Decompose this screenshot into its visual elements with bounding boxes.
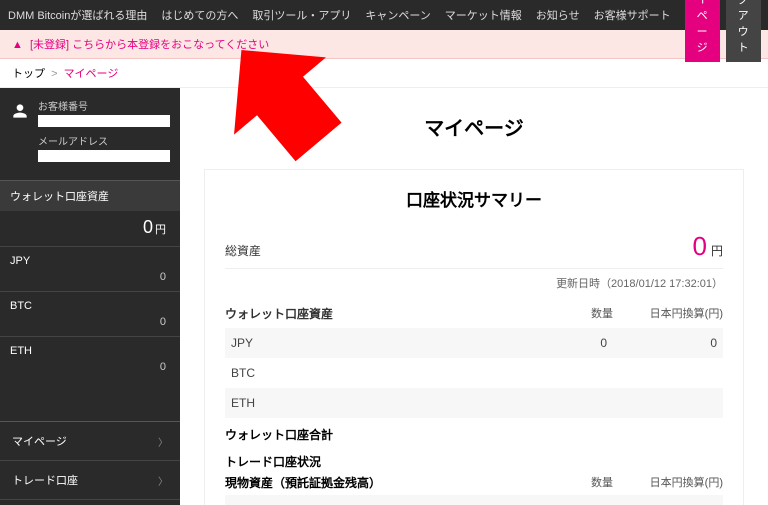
breadcrumb-current: マイページ (64, 68, 119, 80)
mypage-button[interactable]: マイページ (685, 0, 720, 62)
avatar-icon (10, 100, 30, 122)
top-navigation: DMM Bitcoinが選ばれる理由 はじめての方へ 取引ツール・アプリ キャン… (0, 0, 768, 30)
email-label: メールアドレス (38, 133, 170, 148)
sidebar-currency-value: 0 (0, 271, 180, 291)
wallet-balance: 0円 (0, 211, 180, 246)
spot-assets-header: 現物資産（預託証拠金残高） 数量 日本円換算(円) (225, 472, 723, 495)
table-row: ETH (225, 388, 723, 418)
wallet-total-label: ウォレット口座合計 (225, 418, 723, 445)
nav-reason[interactable]: DMM Bitcoinが選ばれる理由 (8, 7, 147, 23)
table-row: BTC (225, 358, 723, 388)
sidebar-currency-value: 0 (0, 361, 180, 381)
summary-card: 口座状況サマリー 総資産 0円 更新日時（2018/01/12 17:32:01… (204, 169, 744, 505)
summary-title: 口座状況サマリー (225, 186, 723, 211)
customer-number-value (38, 115, 170, 127)
nav-market[interactable]: マーケット情報 (445, 7, 522, 23)
sidebar-currency-value: 0 (0, 316, 180, 336)
email-value (38, 150, 170, 162)
chevron-right-icon: 〉 (158, 434, 168, 449)
user-block: お客様番号 メールアドレス (0, 88, 180, 180)
logout-button[interactable]: ログアウト (726, 0, 761, 62)
customer-number-label: お客様番号 (38, 98, 170, 113)
total-assets-label: 総資産 (225, 242, 261, 259)
chevron-right-icon: 〉 (158, 473, 168, 488)
breadcrumb: トップ > マイページ (0, 59, 768, 88)
wallet-table-header: ウォレット口座資産 数量 日本円換算(円) (225, 299, 723, 328)
page-title: マイページ (204, 112, 744, 141)
sidebar-nav: マイページ〉トレード口座〉口座振替〉入金・入庫〉 (0, 421, 180, 505)
table-row: JPY00 (225, 495, 723, 505)
nav-tools[interactable]: 取引ツール・アプリ (252, 7, 351, 23)
total-assets-value: 0円 (693, 231, 723, 262)
nav-news[interactable]: お知らせ (536, 7, 580, 23)
table-row: JPY00 (225, 328, 723, 358)
wallet-heading: ウォレット口座資産 (0, 180, 180, 211)
alert-text: [未登録] こちらから本登録をおこなってください (30, 39, 269, 51)
registration-alert[interactable]: ▲ [未登録] こちらから本登録をおこなってください (0, 30, 768, 59)
main-content: マイページ 口座状況サマリー 総資産 0円 更新日時（2018/01/12 17… (180, 88, 768, 505)
sidebar: お客様番号 メールアドレス ウォレット口座資産 0円 JPY0BTC0ETH0 … (0, 88, 180, 505)
nav-support[interactable]: お客様サポート (594, 7, 671, 23)
breadcrumb-top[interactable]: トップ (12, 68, 45, 80)
sidebar-currency-row: JPY (0, 246, 180, 271)
sidebar-currency-row: BTC (0, 291, 180, 316)
sidebar-currency-row: ETH (0, 336, 180, 361)
warning-icon: ▲ (12, 39, 23, 51)
sidebar-nav-item[interactable]: マイページ〉 (0, 422, 180, 461)
nav-beginner[interactable]: はじめての方へ (161, 7, 238, 23)
trade-section-label: トレード口座状況 (225, 445, 723, 472)
update-time: 更新日時（2018/01/12 17:32:01） (225, 275, 723, 291)
breadcrumb-separator: > (51, 68, 57, 80)
nav-campaign[interactable]: キャンペーン (365, 7, 430, 23)
sidebar-nav-item[interactable]: トレード口座〉 (0, 461, 180, 500)
